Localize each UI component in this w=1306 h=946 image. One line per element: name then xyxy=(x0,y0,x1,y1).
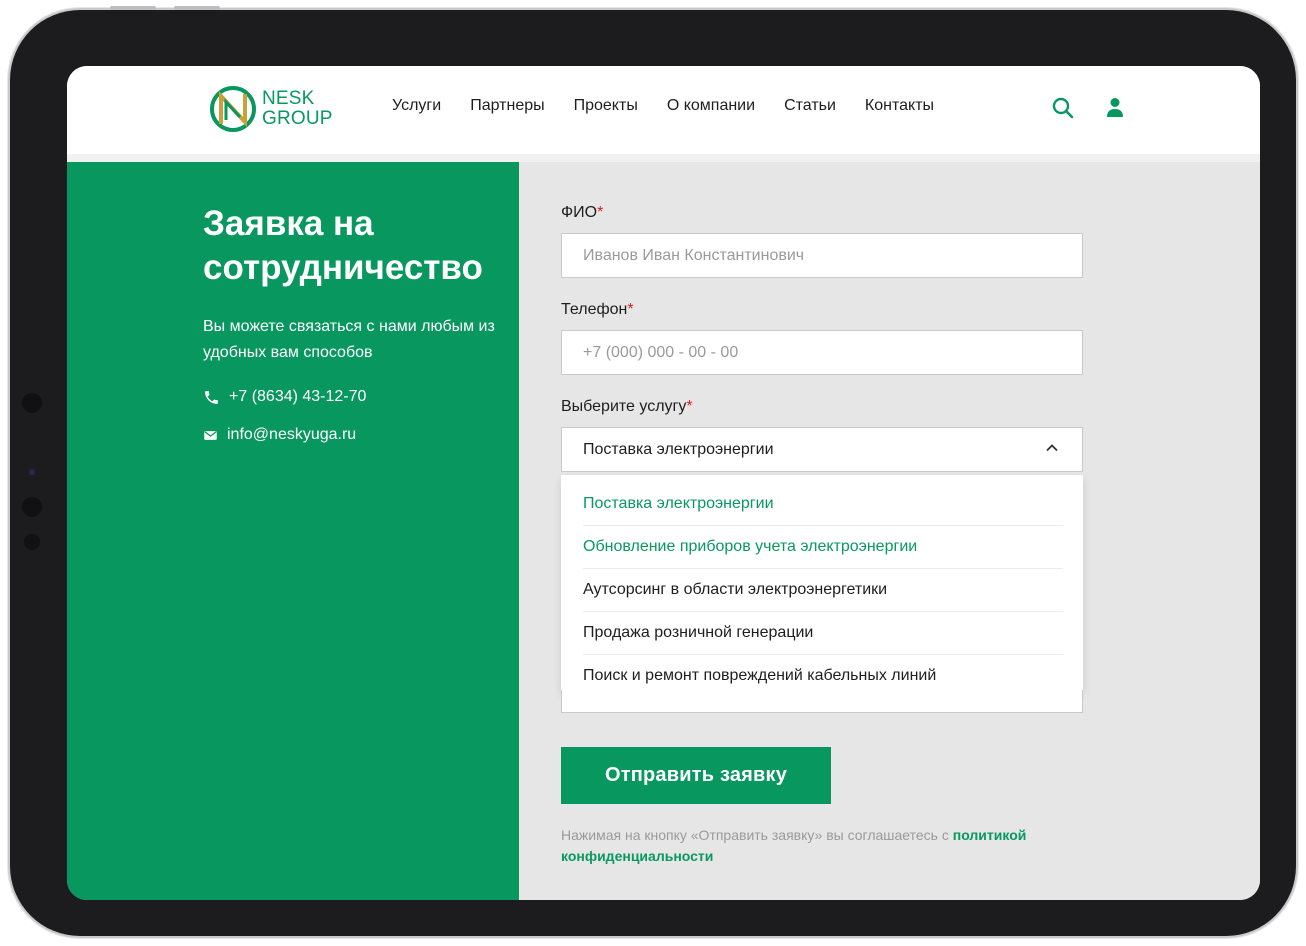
fio-label-text: ФИО xyxy=(561,204,598,221)
contact-phone[interactable]: +7 (8634) 43-12-70 xyxy=(203,388,366,406)
mail-icon xyxy=(204,430,217,440)
consent-text: Нажимая на кнопку «Отправить заявку» вы … xyxy=(561,825,1081,867)
nav-item-about[interactable]: О компании xyxy=(667,97,755,115)
required-mark: * xyxy=(597,204,604,221)
logo-line2: GROUP xyxy=(262,108,333,129)
side-sensor xyxy=(22,393,42,413)
phone-icon xyxy=(205,390,218,404)
nav-item-contacts[interactable]: Контакты xyxy=(865,97,934,115)
tablet-frame: NESK GROUP Услуги Партнеры Проекты О ком… xyxy=(10,6,1296,936)
side-sensor xyxy=(24,534,40,550)
email-address: info@neskyuga.ru xyxy=(227,426,357,443)
logo-text: NESK GROUP xyxy=(262,89,333,129)
nav-item-partners[interactable]: Партнеры xyxy=(470,97,544,115)
volume-button xyxy=(110,6,156,10)
service-option-supply[interactable]: Поставка электроэнергии xyxy=(583,483,1063,526)
contact-email[interactable]: info@neskyuga.ru xyxy=(203,426,356,444)
service-option-meters[interactable]: Обновление приборов учета электроэнергии xyxy=(583,526,1063,569)
front-camera-icon xyxy=(29,469,35,475)
service-dropdown: Поставка электроэнергии Обновление прибо… xyxy=(561,475,1083,690)
application-form: ФИО* Иванов Иван Константинович Телефон*… xyxy=(519,162,1260,900)
logo-line1: NESK xyxy=(262,88,315,109)
chevron-up-icon[interactable] xyxy=(1044,440,1060,456)
nav-item-articles[interactable]: Статьи xyxy=(784,97,836,115)
user-icon[interactable] xyxy=(1103,96,1127,120)
service-label: Выберите услугу* xyxy=(561,398,693,416)
service-label-text: Выберите услугу xyxy=(561,398,687,415)
service-select[interactable]: Поставка электроэнергии xyxy=(561,427,1083,472)
service-option-outsourcing[interactable]: Аутсорсинг в области электроэнергетики xyxy=(583,569,1063,612)
phone-field[interactable]: +7 (000) 000 - 00 - 00 xyxy=(561,330,1083,375)
phone-label: Телефон* xyxy=(561,301,634,319)
fio-label: ФИО* xyxy=(561,204,603,222)
main-nav: Услуги Партнеры Проекты О компании Стать… xyxy=(392,97,963,115)
submit-button[interactable]: Отправить заявку xyxy=(561,747,831,804)
phone-number: +7 (8634) 43-12-70 xyxy=(229,388,367,405)
required-mark: * xyxy=(686,398,693,415)
message-textarea[interactable] xyxy=(561,690,1083,713)
contact-description: Вы можете связаться с нами любым из удоб… xyxy=(203,318,495,361)
screen: NESK GROUP Услуги Партнеры Проекты О ком… xyxy=(67,66,1260,900)
nav-item-services[interactable]: Услуги xyxy=(392,97,441,115)
logo-mark-icon xyxy=(210,86,256,132)
phone-label-text: Телефон xyxy=(561,301,628,318)
required-mark: * xyxy=(627,301,634,318)
side-sensor xyxy=(22,497,42,517)
site-header: NESK GROUP Услуги Партнеры Проекты О ком… xyxy=(67,66,1260,154)
contact-panel: Заявка на сотрудничество Вы можете связа… xyxy=(67,162,519,900)
nav-item-projects[interactable]: Проекты xyxy=(574,97,638,115)
fio-field[interactable]: Иванов Иван Константинович xyxy=(561,233,1083,278)
service-selected-value: Поставка электроэнергии xyxy=(583,441,774,458)
volume-button xyxy=(174,6,220,10)
service-option-generation[interactable]: Продажа розничной генерации xyxy=(583,612,1063,655)
header-divider xyxy=(67,154,1260,162)
search-icon[interactable] xyxy=(1051,96,1075,120)
page-title: Заявка на сотрудничество xyxy=(203,204,483,287)
logo[interactable]: NESK GROUP xyxy=(208,84,333,134)
consent-text-body: Нажимая на кнопку «Отправить заявку» вы … xyxy=(561,827,953,843)
